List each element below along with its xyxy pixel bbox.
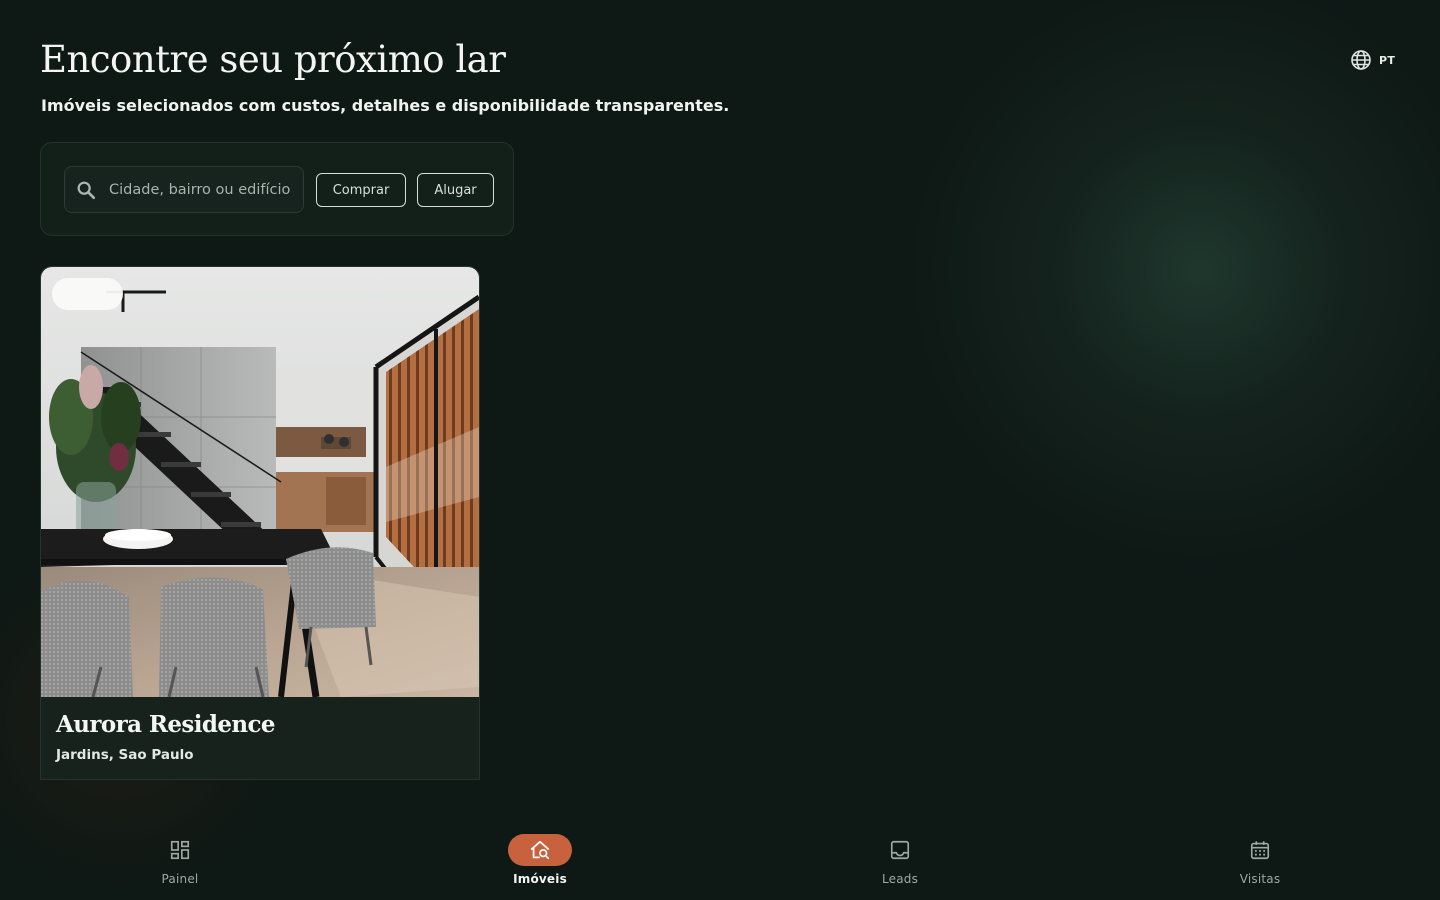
page-title: Encontre seu próximo lar bbox=[40, 38, 506, 81]
nav-item-leads[interactable]: Leads bbox=[820, 834, 980, 890]
nav-item-imoveis[interactable]: Imóveis bbox=[460, 834, 620, 890]
home-search-icon bbox=[530, 840, 550, 860]
bottom-navigation: Painel Imóveis Leads Visitas bbox=[0, 820, 1440, 900]
nav-icon-container bbox=[868, 834, 932, 866]
listing-location: Jardins, Sao Paulo bbox=[56, 747, 194, 763]
nav-label-visitas: Visitas bbox=[1239, 872, 1281, 886]
nav-icon-container bbox=[148, 834, 212, 866]
listing-badge bbox=[52, 278, 123, 310]
search-panel: Comprar Alugar bbox=[40, 142, 514, 236]
language-label: PT bbox=[1379, 53, 1396, 67]
globe-icon bbox=[1351, 50, 1371, 70]
listing-info: Aurora Residence Jardins, Sao Paulo bbox=[41, 697, 479, 779]
nav-item-visitas[interactable]: Visitas bbox=[1180, 834, 1340, 890]
buy-filter-button[interactable]: Comprar bbox=[316, 173, 406, 207]
page-subtitle: Imóveis selecionados com custos, detalhe… bbox=[41, 96, 730, 115]
search-field[interactable] bbox=[64, 166, 304, 213]
nav-item-painel[interactable]: Painel bbox=[100, 834, 260, 890]
property-card[interactable]: Aurora Residence Jardins, Sao Paulo bbox=[40, 266, 480, 780]
nav-label-painel: Painel bbox=[161, 872, 199, 886]
language-toggle[interactable]: PT bbox=[1349, 47, 1395, 73]
nav-label-leads: Leads bbox=[881, 872, 919, 886]
calendar-icon bbox=[1250, 841, 1270, 860]
nav-label-imoveis: Imóveis bbox=[513, 872, 567, 886]
nav-icon-container bbox=[508, 834, 572, 866]
listing-title: Aurora Residence bbox=[56, 711, 276, 738]
dining-room-photo bbox=[41, 267, 479, 697]
nav-icon-container bbox=[1228, 834, 1292, 866]
search-input[interactable] bbox=[109, 181, 295, 198]
inbox-icon bbox=[890, 840, 910, 860]
dashboard-icon bbox=[170, 840, 190, 860]
rent-filter-button[interactable]: Alugar bbox=[417, 173, 494, 207]
search-icon bbox=[77, 181, 96, 199]
